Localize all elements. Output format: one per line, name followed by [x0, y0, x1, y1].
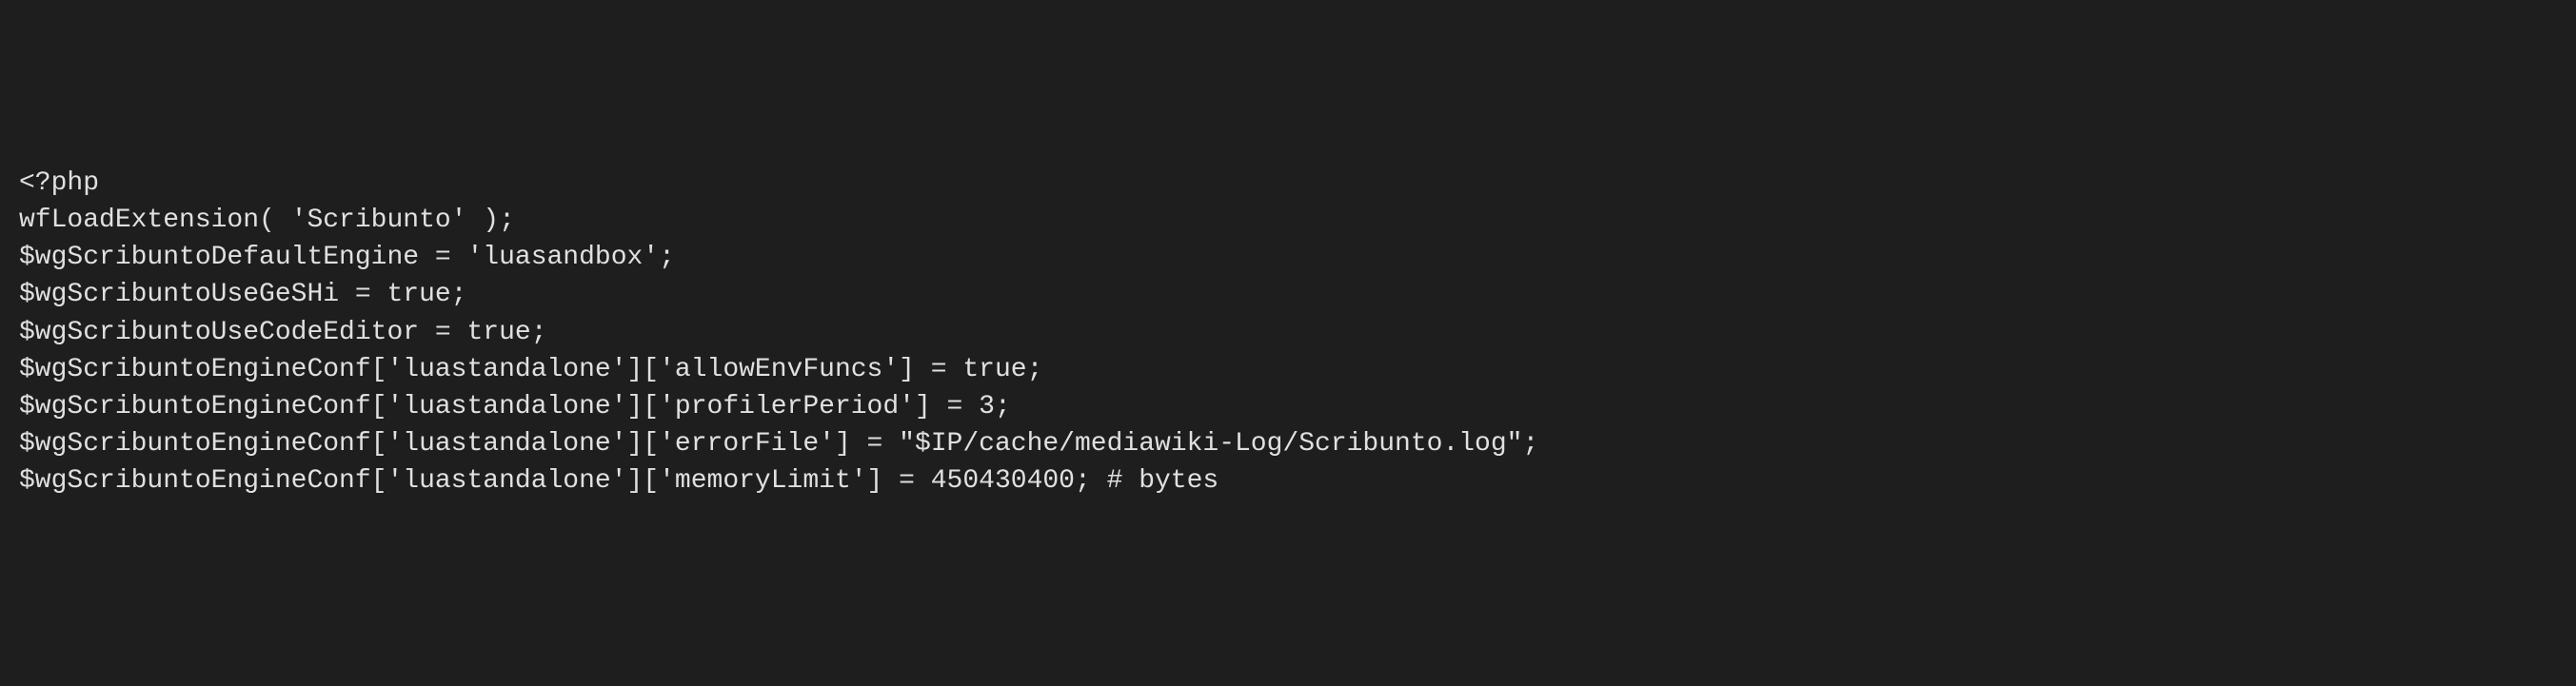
code-line: $wgScribuntoEngineConf['luastandalone'][… [19, 425, 2557, 462]
code-line: $wgScribuntoDefaultEngine = 'luasandbox'… [19, 239, 2557, 276]
code-line: $wgScribuntoEngineConf['luastandalone'][… [19, 462, 2557, 500]
code-line: <?php [19, 165, 2557, 202]
code-line: $wgScribuntoEngineConf['luastandalone'][… [19, 351, 2557, 388]
code-line: $wgScribuntoEngineConf['luastandalone'][… [19, 388, 2557, 425]
code-line: $wgScribuntoUseCodeEditor = true; [19, 314, 2557, 351]
code-line: wfLoadExtension( 'Scribunto' ); [19, 202, 2557, 239]
code-block: <?phpwfLoadExtension( 'Scribunto' );$wgS… [19, 165, 2557, 500]
code-line: $wgScribuntoUseGeSHi = true; [19, 276, 2557, 313]
